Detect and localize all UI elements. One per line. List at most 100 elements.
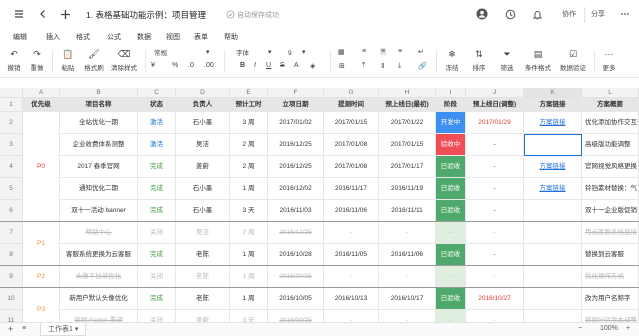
redo-button[interactable]: ↷ 重做 bbox=[28, 47, 46, 72]
cell-plan[interactable]: 2016/11/06 bbox=[379, 244, 436, 266]
cell-status[interactable]: 关闭 bbox=[138, 310, 176, 322]
menu-data[interactable]: 数据 bbox=[137, 32, 151, 42]
align-center-icon[interactable]: ≡ bbox=[380, 48, 387, 55]
new-file-icon[interactable] bbox=[58, 7, 72, 21]
cell-summary[interactable]: 高级版功能调整 bbox=[582, 134, 639, 156]
cell-plan[interactable]: - bbox=[379, 222, 436, 244]
cell-adj[interactable]: - bbox=[466, 156, 524, 178]
avatar[interactable] bbox=[475, 7, 489, 21]
cell-start[interactable]: 2017/01/02 bbox=[268, 112, 324, 134]
cell-status[interactable]: 激活 bbox=[138, 112, 176, 134]
menu-insert[interactable]: 插入 bbox=[46, 32, 60, 42]
cell-status[interactable]: 完成 bbox=[138, 288, 176, 310]
cell-start[interactable]: 2016/12/25 bbox=[268, 222, 324, 244]
cell-status[interactable]: 激活 bbox=[138, 134, 176, 156]
cell-start[interactable]: 2016/11/03 bbox=[268, 200, 324, 222]
more-icon[interactable] bbox=[618, 7, 632, 21]
cell-test[interactable]: 2017/01/15 bbox=[324, 112, 379, 134]
row-header[interactable]: 11 bbox=[0, 310, 23, 322]
sheet-list-icon[interactable]: ≡ bbox=[22, 325, 26, 332]
row-header[interactable]: 9 bbox=[0, 266, 23, 288]
column-header-g[interactable]: G bbox=[324, 88, 379, 98]
row-header[interactable]: 5 bbox=[0, 178, 23, 200]
add-sheet-icon[interactable]: + bbox=[8, 324, 13, 334]
filter-button[interactable]: ⏷ 筛选 bbox=[498, 47, 516, 72]
stage-badge[interactable]: 已验收 bbox=[436, 244, 466, 266]
cell-test[interactable]: 2017/01/08 bbox=[324, 134, 379, 156]
column-header-e[interactable]: E bbox=[230, 88, 268, 98]
cell-start[interactable]: 2016/12/02 bbox=[268, 178, 324, 200]
italic-icon[interactable]: I bbox=[254, 62, 256, 69]
cell-name[interactable]: 客服系统更换为云客服 bbox=[60, 244, 138, 266]
cell-owner[interactable]: 石小墨 bbox=[176, 112, 230, 134]
merge-cells-icon[interactable]: ⊞ bbox=[339, 62, 345, 70]
column-header-d[interactable]: D bbox=[176, 88, 230, 98]
cell-name[interactable]: 2017 春季官网 bbox=[60, 156, 138, 178]
valign-middle-icon[interactable]: ⇕ bbox=[380, 62, 386, 70]
data-validation-button[interactable]: ☑ 数据验证 bbox=[557, 47, 589, 72]
cell-hours[interactable]: 2 周 bbox=[230, 134, 268, 156]
column-header-l[interactable]: L bbox=[582, 88, 639, 98]
menu-formula[interactable]: 公式 bbox=[107, 32, 121, 42]
priority-cell[interactable]: P1 bbox=[23, 222, 60, 266]
column-header-i[interactable]: I bbox=[436, 88, 466, 98]
cell-name[interactable]: 官网 Footer 重调 bbox=[60, 310, 138, 322]
conditional-format-button[interactable]: ▤ 条件格式 bbox=[522, 47, 554, 72]
cell-summary[interactable]: 双十一企业版促销 bbox=[582, 200, 639, 222]
document-title[interactable]: 1. 表格基础功能示例：项目管理 bbox=[86, 9, 206, 21]
column-header-f[interactable]: F bbox=[268, 88, 324, 98]
row-header[interactable]: 1 bbox=[0, 98, 23, 112]
plan-link-text[interactable]: 方案链接 bbox=[540, 185, 566, 192]
cell-name[interactable]: 双十一活动 banner bbox=[60, 200, 138, 222]
cell-owner[interactable]: 吴洁 bbox=[176, 222, 230, 244]
stage-badge[interactable]: - bbox=[436, 222, 466, 244]
priority-cell[interactable]: P0 bbox=[23, 112, 60, 222]
priority-cell[interactable]: P2 bbox=[23, 266, 60, 288]
plan-link[interactable]: 方案链接 bbox=[524, 156, 582, 178]
notification-bell-icon[interactable] bbox=[530, 7, 544, 21]
plan-link[interactable] bbox=[524, 244, 582, 266]
freeze-button[interactable]: ❄ 冻结 bbox=[443, 47, 461, 72]
stage-badge[interactable]: 已验收 bbox=[436, 156, 466, 178]
cell-summary[interactable]: 替换到云客服 bbox=[582, 244, 639, 266]
font-family-select[interactable]: 字体 bbox=[236, 48, 249, 59]
cell-name[interactable]: 企业收费体系测整 bbox=[60, 134, 138, 156]
cell-hours[interactable]: 3 天 bbox=[230, 200, 268, 222]
cell-test[interactable]: - bbox=[324, 222, 379, 244]
decimal-increase-icon[interactable]: .00 bbox=[204, 62, 214, 69]
cell-plan[interactable]: 2016/11/11 bbox=[379, 200, 436, 222]
cell-name[interactable]: 全站优化一期 bbox=[60, 112, 138, 134]
plan-link[interactable] bbox=[524, 222, 582, 244]
cell-owner[interactable]: 姜蔚 bbox=[176, 310, 230, 322]
cell-summary[interactable]: 铃铛素材替换：气 bbox=[582, 178, 639, 200]
stage-badge[interactable]: 已验收 bbox=[436, 288, 466, 310]
row-header[interactable]: 8 bbox=[0, 244, 23, 266]
currency-icon[interactable]: ¥ bbox=[151, 62, 155, 69]
cell-owner[interactable]: 石小墨 bbox=[176, 178, 230, 200]
cell-summary[interactable]: 改为用户名称字 bbox=[582, 288, 639, 310]
cell-status[interactable]: 完成 bbox=[138, 244, 176, 266]
cell-plan[interactable]: 2016/11/19 bbox=[379, 178, 436, 200]
row-header[interactable]: 6 bbox=[0, 200, 23, 222]
zoom-out-icon[interactable]: − bbox=[578, 325, 582, 332]
cell-owner[interactable]: 老陈 bbox=[176, 266, 230, 288]
plan-link[interactable] bbox=[524, 134, 582, 156]
cell-adj[interactable]: - bbox=[466, 134, 524, 156]
priority-cell[interactable]: P3 bbox=[23, 288, 60, 322]
valign-bottom-icon[interactable]: ⤓ bbox=[398, 62, 401, 70]
cell-adj[interactable]: 2017/01/29 bbox=[466, 112, 524, 134]
align-right-icon[interactable]: ≡ bbox=[398, 48, 402, 55]
cell-status[interactable]: 完成 bbox=[138, 178, 176, 200]
stage-badge[interactable]: - bbox=[436, 266, 466, 288]
cell-owner[interactable]: 老陈 bbox=[176, 244, 230, 266]
cell-start[interactable]: 2016/10/28 bbox=[268, 244, 324, 266]
align-left-icon[interactable]: ≡ bbox=[362, 48, 366, 55]
decimal-decrease-icon[interactable]: .0 bbox=[188, 62, 194, 69]
cell-adj[interactable]: - bbox=[466, 266, 524, 288]
cell-summary[interactable]: 用云客服系统直接 bbox=[582, 222, 639, 244]
column-header-k[interactable]: K bbox=[524, 88, 582, 98]
back-icon[interactable] bbox=[36, 7, 50, 21]
strikethrough-icon[interactable]: S bbox=[280, 62, 285, 69]
cell-plan[interactable]: 2017/01/22 bbox=[379, 112, 436, 134]
cell-start[interactable]: 2016/12/25 bbox=[268, 134, 324, 156]
